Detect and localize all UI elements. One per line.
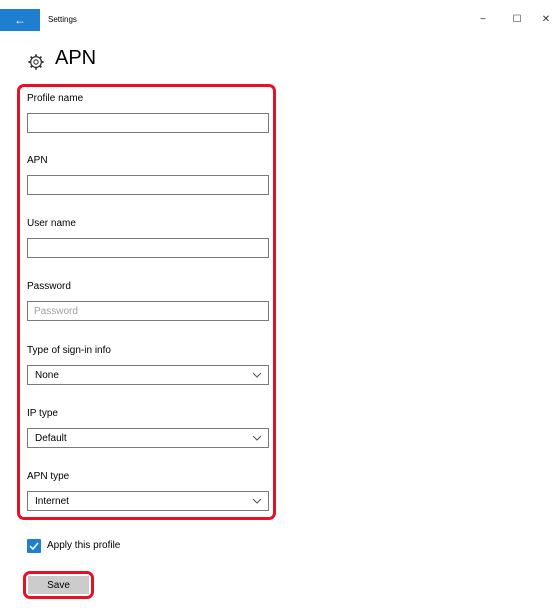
window-title: Settings (48, 15, 77, 24)
profile-name-label: Profile name (27, 93, 84, 104)
page-title: APN (55, 47, 97, 69)
maximize-button[interactable]: ☐ (508, 12, 526, 28)
back-button[interactable]: ← (0, 9, 40, 31)
close-button[interactable]: ✕ (537, 12, 555, 28)
maximize-icon: ☐ (512, 14, 522, 25)
apply-profile-checkbox[interactable] (27, 539, 41, 553)
minimize-button[interactable]: − (474, 12, 492, 28)
password-label: Password (27, 281, 71, 292)
apn-type-label: APN type (27, 471, 70, 482)
minimize-icon: − (480, 14, 486, 25)
chevron-down-icon (252, 435, 262, 441)
apply-profile-label: Apply this profile (47, 540, 121, 551)
gear-icon (28, 54, 44, 70)
back-arrow-icon: ← (14, 13, 26, 27)
user-name-input[interactable] (27, 238, 269, 258)
profile-name-input[interactable] (27, 113, 269, 133)
apn-type-dropdown[interactable]: Internet (27, 491, 269, 511)
apn-label: APN (27, 155, 48, 166)
chevron-down-icon (252, 372, 262, 378)
user-name-label: User name (27, 218, 76, 229)
sign-in-type-dropdown[interactable]: None (27, 365, 269, 385)
password-input[interactable] (27, 301, 269, 321)
apn-type-value: Internet (35, 496, 69, 507)
save-button[interactable]: Save (28, 576, 89, 594)
sign-in-type-value: None (35, 370, 59, 381)
checkmark-icon (29, 542, 39, 551)
close-icon: ✕ (541, 14, 551, 25)
sign-in-type-label: Type of sign-in info (27, 345, 111, 356)
apn-input[interactable] (27, 175, 269, 195)
chevron-down-icon (252, 498, 262, 504)
ip-type-value: Default (35, 433, 67, 444)
ip-type-dropdown[interactable]: Default (27, 428, 269, 448)
ip-type-label: IP type (27, 408, 58, 419)
